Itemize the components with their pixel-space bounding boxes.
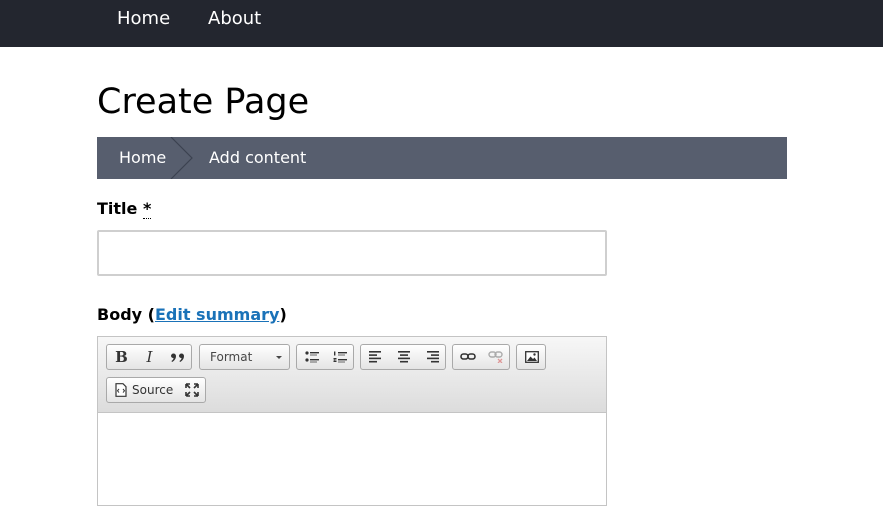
document-group: Source — [106, 377, 206, 403]
image-group — [516, 344, 546, 370]
align-right-icon — [426, 351, 439, 363]
editor-content-area[interactable] — [98, 413, 606, 505]
source-button[interactable]: Source — [107, 378, 179, 402]
unlink-icon — [487, 351, 503, 363]
body-editor: B I Format Source — [97, 336, 607, 506]
breadcrumb-item-add-content: Add content — [209, 148, 307, 167]
align-center-icon — [397, 351, 410, 363]
required-marker: * — [142, 199, 152, 219]
unlink-button[interactable] — [482, 345, 509, 369]
title-label-text: Title — [97, 199, 138, 218]
top-navigation: Home About — [0, 0, 883, 47]
bulleted-list-button[interactable] — [298, 345, 325, 369]
quote-icon — [170, 353, 184, 362]
bulleted-list-icon — [304, 351, 319, 363]
source-icon — [115, 383, 127, 397]
blockquote-button[interactable] — [164, 345, 191, 369]
align-right-button[interactable] — [418, 345, 445, 369]
maximize-button[interactable] — [178, 378, 205, 402]
chevron-down-icon — [276, 356, 282, 359]
link-icon — [459, 353, 476, 360]
basic-styles-group: B I — [106, 344, 192, 370]
alignment-group — [360, 344, 446, 370]
link-button[interactable] — [454, 345, 481, 369]
breadcrumb: Home Add content — [97, 137, 787, 179]
edit-summary-link[interactable]: Edit summary — [155, 305, 279, 324]
image-button[interactable] — [518, 345, 545, 369]
format-dropdown[interactable]: Format — [199, 344, 290, 370]
numbered-list-button[interactable] — [326, 345, 353, 369]
body-label-text: Body — [97, 305, 143, 324]
source-button-label: Source — [132, 383, 174, 397]
align-center-button[interactable] — [390, 345, 417, 369]
breadcrumb-item-home[interactable]: Home — [119, 148, 166, 167]
body-label: Body (Edit summary) — [97, 305, 287, 324]
format-dropdown-label: Format — [210, 350, 253, 364]
breadcrumb-separator-icon — [170, 137, 193, 179]
numbered-list-icon — [333, 351, 347, 363]
maximize-icon — [184, 383, 199, 397]
align-left-icon — [368, 351, 381, 363]
title-input[interactable] — [97, 230, 607, 276]
nav-link-about[interactable]: About — [208, 8, 261, 29]
nav-link-home[interactable]: Home — [117, 8, 170, 29]
image-icon — [524, 351, 539, 363]
links-group — [452, 344, 510, 370]
body-label-close-paren: ) — [279, 305, 287, 324]
editor-toolbar: B I Format Source — [98, 337, 606, 413]
bold-button[interactable]: B — [108, 345, 135, 369]
align-left-button[interactable] — [362, 345, 389, 369]
lists-group — [296, 344, 354, 370]
body-label-open-paren: ( — [147, 305, 155, 324]
title-label: Title * — [97, 199, 152, 219]
page-title: Create Page — [97, 82, 310, 122]
italic-button[interactable]: I — [136, 345, 163, 369]
